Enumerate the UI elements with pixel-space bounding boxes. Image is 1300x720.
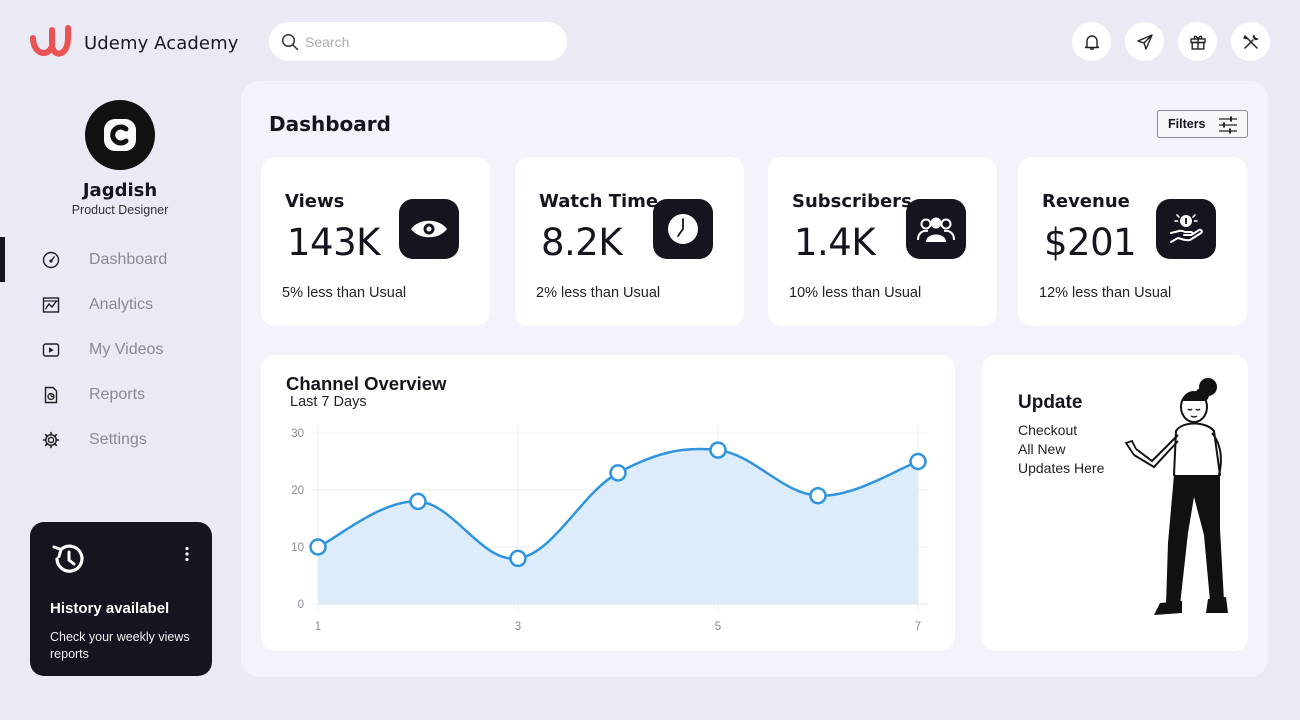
eye-icon bbox=[411, 220, 447, 238]
x-tick-label: 1 bbox=[315, 621, 321, 633]
profile-name: Jagdish bbox=[82, 180, 158, 201]
sidebar-item-my-videos[interactable]: My Videos bbox=[0, 327, 230, 372]
stat-icon-box bbox=[399, 199, 459, 259]
stat-value: 143K bbox=[287, 221, 380, 264]
filters-label: Filters bbox=[1168, 117, 1206, 131]
history-title: History availabel bbox=[50, 600, 170, 617]
data-point bbox=[309, 538, 327, 556]
sidebar-item-label: Dashboard bbox=[89, 250, 168, 268]
stat-icon-box bbox=[1156, 199, 1216, 259]
stat-label: Views bbox=[285, 191, 345, 212]
data-point bbox=[409, 492, 427, 511]
data-point bbox=[709, 441, 727, 459]
filters-button[interactable]: Filters bbox=[1157, 110, 1248, 138]
stat-icon-box bbox=[906, 199, 966, 259]
search-input[interactable] bbox=[305, 33, 545, 50]
stat-icon-box bbox=[653, 199, 713, 259]
page-title: Dashboard bbox=[269, 112, 391, 136]
stat-card-revenue[interactable]: Revenue $201 12% less than Usual bbox=[1018, 157, 1247, 326]
x-tick-label: 3 bbox=[515, 621, 521, 633]
data-point bbox=[609, 464, 627, 482]
stat-label: Revenue bbox=[1042, 191, 1130, 212]
stat-label: Watch Time bbox=[539, 191, 659, 212]
sliders-icon bbox=[1219, 116, 1237, 134]
chart-icon bbox=[42, 296, 60, 313]
udemy-logo-icon bbox=[30, 25, 71, 57]
search-bar[interactable] bbox=[269, 22, 567, 61]
channel-overview-card: Channel Overview Last 7 Days 0 10 20 30 1 3 5 7 bbox=[261, 355, 955, 651]
avatar[interactable] bbox=[85, 100, 155, 170]
brand-name: Udemy Academy bbox=[84, 32, 239, 54]
stat-card-subscribers[interactable]: Subscribers 1.4K 10% less than Usual bbox=[768, 157, 997, 326]
more-options-icon[interactable] bbox=[184, 546, 190, 562]
tools-icon bbox=[1242, 34, 1258, 49]
brand-logo[interactable]: Udemy Academy bbox=[30, 24, 239, 62]
stat-note: 12% less than Usual bbox=[1039, 285, 1172, 301]
data-point bbox=[909, 452, 927, 471]
bell-icon bbox=[1084, 34, 1099, 50]
y-tick-label: 0 bbox=[298, 599, 304, 611]
gear-icon bbox=[42, 431, 60, 448]
stat-card-watch-time[interactable]: Watch Time 8.2K 2% less than Usual bbox=[515, 157, 744, 326]
sidebar-item-analytics[interactable]: Analytics bbox=[0, 282, 230, 327]
channel-logo-icon bbox=[104, 119, 136, 151]
notifications-button[interactable] bbox=[1072, 22, 1111, 61]
history-text: Check your weekly views reports bbox=[50, 630, 190, 661]
report-icon bbox=[44, 386, 58, 403]
send-icon bbox=[1136, 33, 1153, 50]
sidebar-nav: Dashboard Analytics My Videos Reports Se… bbox=[0, 237, 230, 462]
stat-label: Subscribers bbox=[792, 191, 912, 212]
gift-icon bbox=[1189, 35, 1206, 50]
top-actions bbox=[1072, 22, 1270, 61]
speedometer-icon bbox=[42, 251, 60, 268]
sidebar-item-label: Settings bbox=[89, 430, 147, 448]
sidebar-item-settings[interactable]: Settings bbox=[0, 417, 230, 462]
history-card[interactable]: History availabel Check your weekly view… bbox=[30, 522, 212, 676]
sidebar-item-dashboard[interactable]: Dashboard bbox=[0, 237, 230, 282]
profile-role: Product Designer bbox=[71, 203, 169, 217]
stat-note: 5% less than Usual bbox=[282, 285, 407, 301]
gift-button[interactable] bbox=[1178, 22, 1217, 61]
profile-card: Jagdish Product Designer bbox=[30, 100, 210, 217]
clock-icon bbox=[668, 214, 698, 244]
main-panel: Dashboard Filters Views 143K 5% less tha… bbox=[241, 81, 1268, 677]
y-tick-label: 30 bbox=[291, 428, 304, 440]
search-icon bbox=[281, 33, 299, 50]
update-title: Update bbox=[1018, 392, 1083, 413]
update-card[interactable]: Update Checkout All New Updates Here bbox=[982, 355, 1248, 651]
data-point bbox=[809, 486, 827, 505]
revenue-icon bbox=[1170, 214, 1203, 243]
history-icon bbox=[52, 544, 84, 573]
send-button[interactable] bbox=[1125, 22, 1164, 61]
woman-pointing-illustration bbox=[1124, 378, 1228, 615]
y-tick-label: 10 bbox=[291, 542, 304, 554]
sidebar-item-reports[interactable]: Reports bbox=[0, 372, 230, 417]
x-tick-label: 5 bbox=[715, 621, 721, 633]
data-point bbox=[509, 549, 527, 568]
sidebar-item-label: Analytics bbox=[89, 295, 154, 313]
sidebar-item-label: My Videos bbox=[89, 340, 164, 358]
stat-note: 10% less than Usual bbox=[789, 285, 922, 301]
stat-value: $201 bbox=[1044, 221, 1137, 264]
tools-button[interactable] bbox=[1231, 22, 1270, 61]
stat-value: 8.2K bbox=[541, 221, 623, 264]
users-icon bbox=[917, 217, 955, 242]
video-icon bbox=[42, 342, 60, 357]
stat-card-views[interactable]: Views 143K 5% less than Usual bbox=[261, 157, 490, 326]
line-chart[interactable]: 0 10 20 30 1 3 5 7 bbox=[261, 355, 955, 651]
sidebar-item-label: Reports bbox=[89, 385, 146, 403]
x-tick-label: 7 bbox=[915, 621, 921, 633]
stat-note: 2% less than Usual bbox=[536, 285, 661, 301]
y-tick-label: 20 bbox=[291, 485, 304, 497]
stat-value: 1.4K bbox=[794, 221, 876, 264]
